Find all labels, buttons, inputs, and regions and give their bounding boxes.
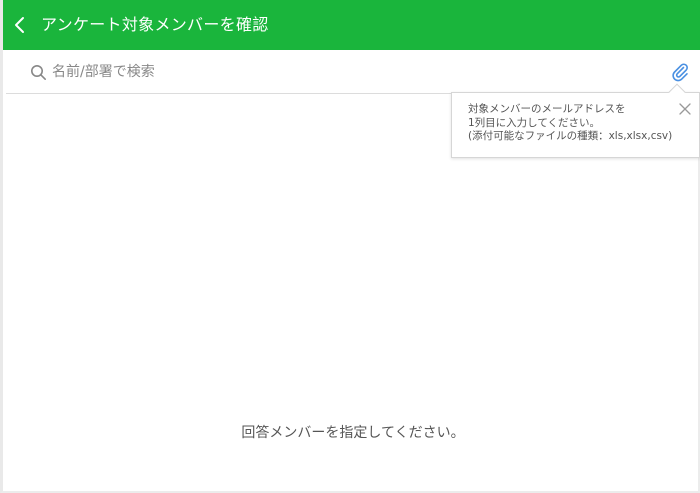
tooltip-line-1: 対象メンバーのメールアドレスを [468, 103, 626, 115]
chevron-left-icon [15, 17, 24, 33]
empty-state-message: 回答メンバーを指定してください。 [241, 425, 465, 441]
close-icon [679, 103, 691, 115]
upload-hint-tooltip: 対象メンバーのメールアドレスを 1列目に入力してください。 (添付可能なファイル… [451, 83, 700, 158]
search-input[interactable] [52, 59, 612, 85]
attach-file-button[interactable] [670, 61, 690, 83]
app-window: アンケート対象メンバーを確認 対象メンバーのメールアドレスを 1列目に入力してく… [0, 0, 700, 493]
tooltip-line-2: 1列目に入力してください。 [468, 116, 601, 129]
page-title: アンケート対象メンバーを確認 [41, 15, 269, 34]
tooltip-line-3: (添付可能なファイルの種類：xls,xlsx,csv) [468, 130, 673, 142]
search-icon [31, 65, 46, 80]
back-button[interactable] [9, 11, 33, 39]
paperclip-icon [672, 63, 688, 82]
header-bar: アンケート対象メンバーを確認 [3, 0, 700, 50]
tooltip-close-button[interactable] [678, 101, 692, 115]
search-bar [6, 50, 700, 94]
tooltip-text: 対象メンバーのメールアドレスを 1列目に入力してください。 (添付可能なファイル… [468, 103, 683, 144]
